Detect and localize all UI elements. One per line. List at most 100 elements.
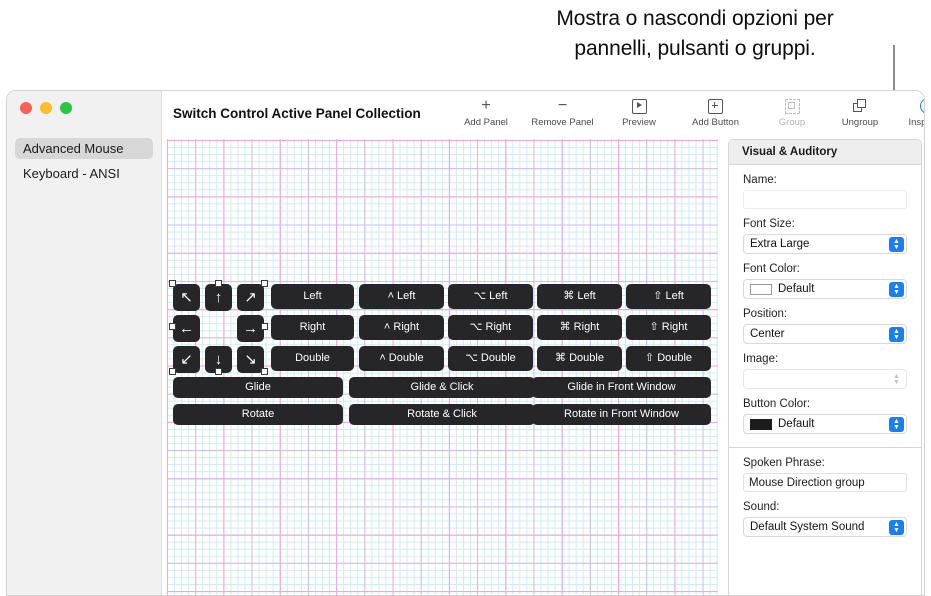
callout-line-2: pannelli, pulsanti o gruppi. — [574, 37, 816, 60]
panel-button-right[interactable]: Right — [271, 315, 354, 340]
name-input[interactable] — [743, 190, 907, 209]
panel-button-option-double[interactable]: ⌥ Double — [448, 346, 533, 371]
sound-label: Sound: — [743, 501, 780, 513]
plus-icon: + — [481, 97, 491, 114]
panel-button-ctrl-right[interactable]: ˄ Right — [359, 315, 444, 340]
toolbar-item-label: Remove Panel — [531, 117, 594, 128]
screenshot-root: Mostra o nascondi opzioni per pannelli, … — [0, 0, 931, 596]
toolbar-item-label: Group — [778, 117, 806, 128]
selection-handle-top-center[interactable] — [215, 280, 222, 287]
selection-handle-middle-right[interactable] — [261, 323, 268, 330]
panel-button-glide-and-click[interactable]: Glide & Click — [349, 377, 535, 398]
panel-button-option-right[interactable]: ⌥ Right — [448, 315, 533, 340]
sidebar-item-advanced-mouse[interactable]: Advanced Mouse — [15, 138, 153, 159]
sound-select[interactable]: Default System Sound ▲ ▼ — [743, 517, 907, 537]
panel-button-command-left[interactable]: ⌘ Left — [537, 284, 622, 309]
inspector-panel: Visual & Auditory Name: Font Size: Extra… — [728, 139, 922, 595]
panel-button-arrow-up-left[interactable]: ↖ — [173, 284, 200, 311]
maximize-button[interactable] — [60, 102, 72, 114]
app-window: Advanced Mouse Keyboard - ANSI Switch Co… — [6, 90, 925, 596]
position-label: Position: — [743, 308, 788, 320]
panel-button-arrow-right[interactable]: → — [237, 315, 264, 342]
font-size-value: Extra Large — [750, 238, 810, 250]
panel-button-command-double[interactable]: ⌘ Double — [537, 346, 622, 371]
panel-button-shift-right[interactable]: ⇧ Right — [626, 315, 711, 340]
chevron-updown-icon: ▲ ▼ — [889, 327, 904, 342]
toolbar-preview-button[interactable]: Preview — [605, 94, 673, 128]
toolbar-remove-panel-button[interactable]: − Remove Panel — [520, 94, 605, 129]
selection-handle-middle-left[interactable] — [169, 323, 176, 330]
window-controls — [20, 102, 72, 114]
spoken-phrase-value: Mouse Direction group — [749, 476, 865, 489]
panel-button-arrow-left[interactable]: ← — [173, 315, 200, 342]
toolbar-item-label: Preview — [622, 117, 656, 128]
main-area: Switch Control Active Panel Collection +… — [162, 91, 924, 595]
sidebar-item-keyboard-ansi[interactable]: Keyboard - ANSI — [15, 163, 153, 184]
panel-canvas[interactable]: ↖ ↑ ↗ ← → ↙ ↓ ↘ Left ˄ Left ⌥ Left ⌘ Lef… — [167, 139, 718, 595]
toolbar-items: + Add Panel − Remove Panel Preview Add B… — [452, 94, 924, 129]
inspector-visual-section: Name: Font Size: Extra Large ▲ ▼ Font Col… — [729, 165, 921, 447]
sidebar-item-label: Keyboard - ANSI — [23, 166, 120, 181]
panel-button-option-left[interactable]: ⌥ Left — [448, 284, 533, 309]
ungroup-icon — [826, 94, 894, 118]
chevron-updown-icon: ▲ ▼ — [889, 237, 904, 252]
image-select[interactable]: ▲ ▼ — [743, 369, 907, 389]
panel-button-double[interactable]: Double — [271, 346, 354, 371]
toolbar-group-button[interactable]: Group — [758, 94, 826, 128]
selection-handle-bottom-left[interactable] — [169, 368, 176, 375]
font-color-value: Default — [778, 283, 815, 295]
panel-button-shift-left[interactable]: ⇧ Left — [626, 284, 711, 309]
toolbar-ungroup-button[interactable]: Ungroup — [826, 94, 894, 128]
callout-annotation: Mostra o nascondi opzioni per pannelli, … — [470, 4, 920, 64]
toolbar-item-label: Add Panel — [464, 117, 508, 128]
panel-button-rotate-and-click[interactable]: Rotate & Click — [349, 404, 535, 425]
selection-handle-top-right[interactable] — [261, 280, 268, 287]
font-size-select[interactable]: Extra Large ▲ ▼ — [743, 234, 907, 254]
panel-button-glide[interactable]: Glide — [173, 377, 343, 398]
button-color-label: Button Color: — [743, 398, 811, 410]
chevron-updown-icon: ▲ ▼ — [893, 372, 900, 386]
spoken-phrase-input[interactable]: Mouse Direction group — [743, 473, 907, 492]
play-box-icon — [605, 94, 673, 118]
button-color-swatch — [750, 418, 772, 430]
callout-line-1: Mostra o nascondi opzioni per — [556, 7, 834, 30]
panel-button-shift-double[interactable]: ⇧ Double — [626, 346, 711, 371]
selection-handle-bottom-right[interactable] — [261, 368, 268, 375]
panel-button-left[interactable]: Left — [271, 284, 354, 309]
panel-button-ctrl-double[interactable]: ˄ Double — [359, 346, 444, 371]
position-value: Center — [750, 328, 785, 340]
selection-handle-top-left[interactable] — [169, 280, 176, 287]
sidebar: Advanced Mouse Keyboard - ANSI — [7, 91, 162, 595]
minimize-button[interactable] — [40, 102, 52, 114]
inspector-header: Visual & Auditory — [729, 140, 921, 165]
close-button[interactable] — [20, 102, 32, 114]
panel-button-rotate-in-front-window[interactable]: Rotate in Front Window — [532, 404, 711, 425]
panel-button-arrow-down-left[interactable]: ↙ — [173, 346, 200, 373]
selection-handle-bottom-center[interactable] — [215, 368, 222, 375]
panel-button-ctrl-left[interactable]: ˄ Left — [359, 284, 444, 309]
inspector-auditory-section: Spoken Phrase: Mouse Direction group Sou… — [729, 447, 921, 548]
toolbar-inspector-button[interactable]: i Inspector — [894, 94, 924, 128]
sound-value: Default System Sound — [750, 521, 865, 533]
button-color-select[interactable]: Default ▲ ▼ — [743, 414, 907, 434]
toolbar-item-label: Add Button — [691, 117, 739, 128]
font-color-label: Font Color: — [743, 263, 800, 275]
panel-button-command-right[interactable]: ⌘ Right — [537, 315, 622, 340]
font-color-swatch — [750, 283, 772, 295]
toolbar-add-button-button[interactable]: Add Button — [673, 94, 758, 128]
toolbar-item-label: Ungroup — [841, 117, 879, 128]
toolbar-add-panel-button[interactable]: + Add Panel — [452, 94, 520, 129]
spoken-phrase-label: Spoken Phrase: — [743, 457, 825, 469]
panel-list: Advanced Mouse Keyboard - ANSI — [7, 138, 161, 184]
plus-box-icon — [673, 94, 758, 118]
panel-button-arrow-down-right[interactable]: ↘ — [237, 346, 264, 373]
chevron-updown-icon: ▲ ▼ — [889, 282, 904, 297]
panel-button-arrow-up[interactable]: ↑ — [205, 284, 232, 311]
panel-button-rotate[interactable]: Rotate — [173, 404, 343, 425]
panel-button-arrow-up-right[interactable]: ↗ — [237, 284, 264, 311]
button-color-value: Default — [778, 418, 815, 430]
panel-button-glide-in-front-window[interactable]: Glide in Front Window — [532, 377, 711, 398]
toolbar: Switch Control Active Panel Collection +… — [162, 91, 924, 139]
font-color-select[interactable]: Default ▲ ▼ — [743, 279, 907, 299]
position-select[interactable]: Center ▲ ▼ — [743, 324, 907, 344]
